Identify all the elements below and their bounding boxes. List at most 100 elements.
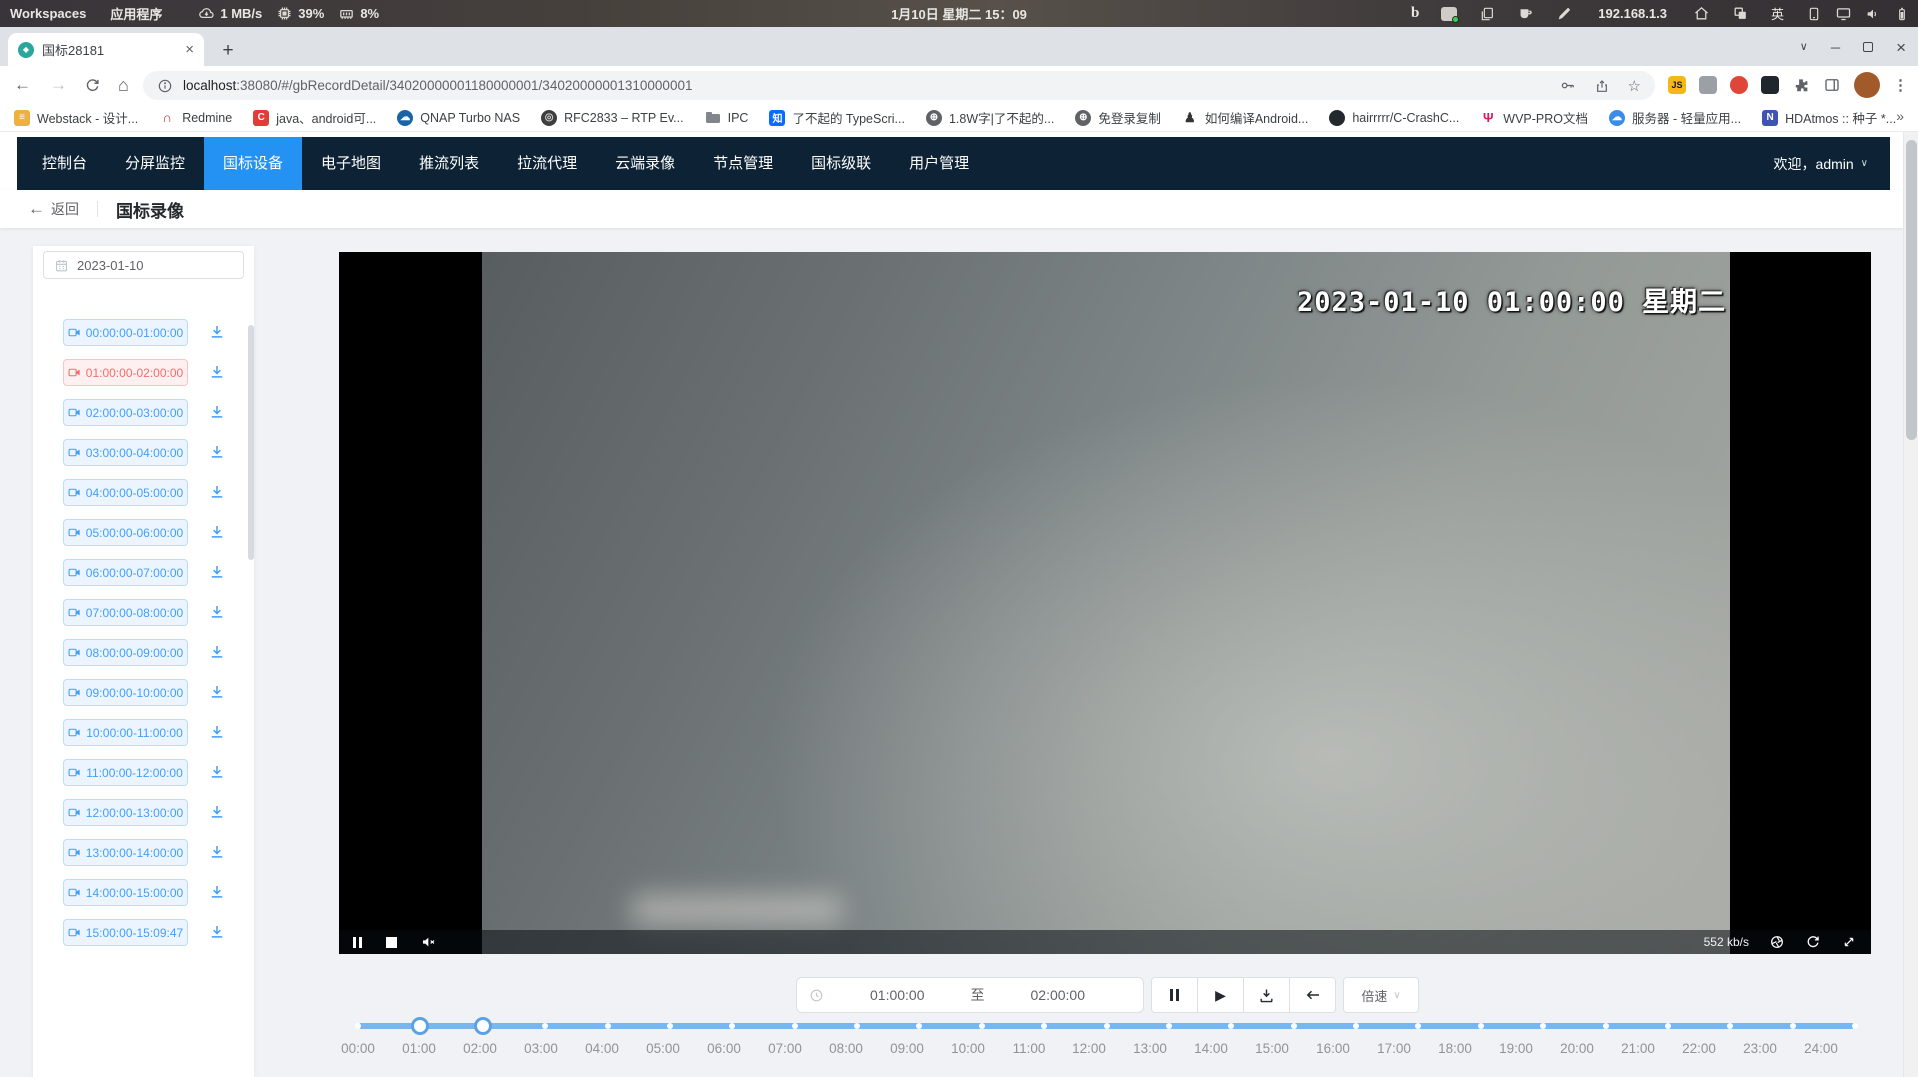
window-close-button[interactable]: × [1896, 39, 1906, 56]
input-method-indicator[interactable]: 英 [1771, 4, 1784, 23]
nav-tab[interactable]: 分屏监控 [106, 137, 204, 190]
record-range-button[interactable]: 04:00:00-05:00:00 [63, 479, 188, 506]
nav-tab[interactable]: 云端录像 [596, 137, 694, 190]
window-maximize-button[interactable] [1863, 42, 1873, 52]
bookmark-item[interactable]: 知 了不起的 TypeScri... [769, 108, 905, 127]
record-range-button[interactable]: 03:00:00-04:00:00 [63, 439, 188, 466]
record-range-button[interactable]: 13:00:00-14:00:00 [63, 839, 188, 866]
player-fullscreen-button[interactable] [1841, 934, 1857, 950]
os-clock[interactable]: 1月10日 星期二 15：09 [891, 4, 1027, 23]
user-menu[interactable]: 欢迎，admin ∨ [1774, 154, 1868, 174]
bookmark-item[interactable]: IPC [705, 110, 749, 126]
time-range-input[interactable]: 01:00:00 至 02:00:00 [796, 977, 1144, 1013]
tablet-icon[interactable] [1806, 6, 1822, 22]
page-scrollbar[interactable] [1903, 132, 1918, 1077]
date-picker[interactable] [43, 251, 244, 279]
clipboard-tray-icon[interactable] [1479, 6, 1495, 22]
bookmark-item[interactable]: N HDAtmos :: 种子 *... [1762, 108, 1896, 127]
record-range-button[interactable]: 11:00:00-12:00:00 [63, 759, 188, 786]
record-range-button[interactable]: 08:00:00-09:00:00 [63, 639, 188, 666]
record-range-button[interactable]: 14:00:00-15:00:00 [63, 879, 188, 906]
record-download-button[interactable] [207, 923, 227, 943]
play-button[interactable]: ▶ [1197, 977, 1244, 1013]
url-text[interactable]: localhost:38080/#/gbRecordDetail/3402000… [183, 78, 692, 93]
tab-close-button[interactable]: × [185, 42, 194, 57]
timeline-handle[interactable] [474, 1017, 492, 1035]
bookmark-item[interactable]: ∩ Redmine [159, 110, 232, 126]
player-mute-button[interactable] [421, 934, 437, 950]
extensions-puzzle-icon[interactable] [1792, 76, 1810, 94]
page-scrollbar-thumb[interactable] [1906, 140, 1917, 440]
record-range-button[interactable]: 02:00:00-03:00:00 [63, 399, 188, 426]
record-range-button[interactable]: 09:00:00-10:00:00 [63, 679, 188, 706]
browser-menu-kebab-icon[interactable]: ⋮ [1893, 76, 1908, 94]
nav-tab[interactable]: 国标设备 [204, 137, 302, 190]
record-download-button[interactable] [207, 363, 227, 383]
browser-back-button[interactable]: ← [14, 66, 31, 104]
nav-tab[interactable]: 用户管理 [890, 137, 988, 190]
record-download-button[interactable] [207, 483, 227, 503]
playback-speed-dropdown[interactable]: 倍速 ∨ [1343, 977, 1419, 1013]
network-indicator[interactable]: 1 MB/s [198, 5, 262, 22]
record-range-button[interactable]: 07:00:00-08:00:00 [63, 599, 188, 626]
player-refresh-button[interactable] [1805, 934, 1821, 950]
nav-tab[interactable]: 拉流代理 [498, 137, 596, 190]
bookmark-item[interactable]: hairrrrr/C-CrashC... [1329, 110, 1459, 126]
bing-tray-icon[interactable]: b [1411, 5, 1419, 22]
share-icon[interactable] [1594, 78, 1610, 94]
end-time-value[interactable]: 02:00:00 [985, 987, 1132, 1003]
bookmark-item[interactable]: Ψ WVP-PRO文档 [1480, 108, 1588, 127]
new-tab-button[interactable]: + [216, 39, 240, 63]
browser-tab[interactable]: ◆ 国标28181 × [8, 33, 204, 66]
color-picker-tray-icon[interactable] [1556, 6, 1572, 22]
bookmark-item[interactable]: ♟ 如何编译Android... [1182, 108, 1309, 127]
extension-red-icon[interactable] [1730, 76, 1748, 94]
cpu-indicator[interactable]: 39% [276, 5, 324, 22]
address-bar[interactable]: localhost:38080/#/gbRecordDetail/3402000… [143, 71, 1655, 100]
video-player[interactable]: 2023-01-10 01:00:00 星期二 552 kb/s [339, 252, 1871, 954]
nav-tab[interactable]: 推流列表 [400, 137, 498, 190]
record-download-button[interactable] [207, 803, 227, 823]
display-icon[interactable] [1835, 5, 1852, 22]
battery-icon[interactable] [1894, 6, 1910, 22]
bookmarks-overflow-button[interactable]: » [1896, 108, 1904, 124]
browser-home-button[interactable]: ⌂ [118, 66, 129, 104]
player-snapshot-button[interactable] [1769, 934, 1785, 950]
nav-tab[interactable]: 国标级联 [792, 137, 890, 190]
bookmark-item[interactable]: ≡ Webstack - 设计... [14, 108, 138, 127]
record-download-button[interactable] [207, 523, 227, 543]
record-download-button[interactable] [207, 883, 227, 903]
player-stop-button[interactable] [386, 937, 397, 948]
record-download-button[interactable] [207, 643, 227, 663]
screen-recorder-tray-icon[interactable] [1441, 7, 1457, 21]
browser-reload-button[interactable] [84, 66, 101, 104]
record-download-button[interactable] [207, 683, 227, 703]
bookmark-item[interactable]: ☁ QNAP Turbo NAS [397, 110, 520, 126]
window-menu-chevron-icon[interactable]: ∨ [1800, 42, 1808, 53]
home-tray-icon[interactable] [1693, 5, 1710, 22]
bookmark-item[interactable]: ☁ 服务器 - 轻量应用... [1609, 108, 1741, 127]
pause-playback-button[interactable] [1151, 977, 1198, 1013]
start-time-value[interactable]: 01:00:00 [824, 987, 971, 1003]
record-download-button[interactable] [207, 763, 227, 783]
record-range-button[interactable]: 01:00:00-02:00:00 [63, 359, 188, 386]
record-range-button[interactable]: 06:00:00-07:00:00 [63, 559, 188, 586]
timeline-track[interactable] [358, 1023, 1855, 1029]
extension-gray-icon[interactable] [1699, 76, 1717, 94]
download-recording-button[interactable] [1243, 977, 1290, 1013]
record-range-button[interactable]: 12:00:00-13:00:00 [63, 799, 188, 826]
bookmark-item[interactable]: ◎ RFC2833 – RTP Ev... [541, 110, 684, 126]
record-download-button[interactable] [207, 723, 227, 743]
timeline-handle[interactable] [411, 1017, 429, 1035]
memory-indicator[interactable]: 8% [338, 5, 379, 22]
extension-dark-icon[interactable] [1761, 76, 1779, 94]
browser-forward-button[interactable]: → [50, 66, 67, 104]
record-download-button[interactable] [207, 843, 227, 863]
applications-menu[interactable]: 应用程序 [110, 4, 162, 23]
bookmark-star-icon[interactable]: ☆ [1628, 77, 1641, 95]
side-panel-icon[interactable] [1823, 76, 1841, 94]
workspaces-switcher-icon[interactable] [1732, 5, 1749, 22]
bookmark-item[interactable]: C java、android可... [253, 108, 376, 127]
nav-tab[interactable]: 控制台 [23, 137, 106, 190]
volume-icon[interactable] [1865, 6, 1881, 22]
